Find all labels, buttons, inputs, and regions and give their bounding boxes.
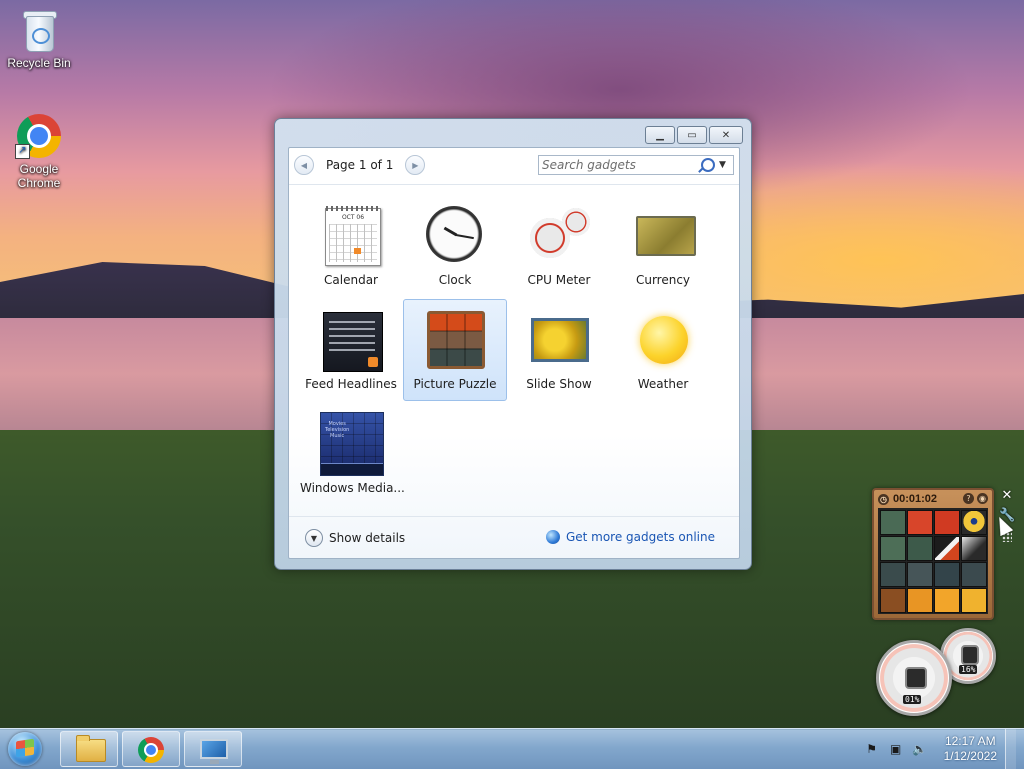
taskbar-item-google-chrome[interactable] bbox=[122, 731, 180, 767]
memory-chip-icon bbox=[961, 645, 979, 665]
recycle-bin-icon bbox=[15, 6, 63, 54]
calendar-month: OCT 06 bbox=[341, 214, 365, 221]
show-desktop-button[interactable] bbox=[1005, 729, 1016, 769]
gallery-toolbar: ◀ Page 1 of 1 ▶ ▼ bbox=[289, 148, 739, 185]
gadget-tile-slide-show[interactable]: Slide Show bbox=[507, 299, 611, 401]
help-icon[interactable]: ? bbox=[963, 493, 974, 504]
gadget-tile-feed-headlines[interactable]: Feed Headlines bbox=[299, 299, 403, 401]
page-indicator: Page 1 of 1 bbox=[326, 158, 394, 172]
feed-headlines-icon bbox=[320, 308, 384, 372]
tray-date: 1/12/2022 bbox=[943, 749, 997, 763]
timer-icon: ◷ bbox=[878, 493, 889, 505]
calendar-icon: OCT 06 bbox=[320, 204, 384, 268]
gadget-label: Currency bbox=[635, 273, 691, 287]
globe-icon bbox=[545, 530, 560, 544]
chrome-icon: ↗ bbox=[15, 112, 63, 160]
picture-puzzle-gadget[interactable]: ◷ 00:01:02 ? ◉ bbox=[872, 488, 994, 620]
tray-time: 12:17 AM bbox=[944, 734, 996, 748]
volume-icon[interactable]: 🔈 bbox=[912, 741, 928, 757]
close-button[interactable]: ✕ bbox=[709, 126, 743, 144]
show-details-label: Show details bbox=[329, 531, 406, 545]
show-details-button[interactable]: ▼ Show details bbox=[305, 529, 405, 547]
memory-reading: 16% bbox=[959, 665, 978, 674]
search-box: ▼ bbox=[538, 155, 734, 175]
desktop-icon-recycle-bin[interactable]: Recycle Bin bbox=[2, 6, 76, 70]
close-icon: ✕ bbox=[721, 129, 731, 141]
cpu-chip-icon bbox=[905, 667, 927, 689]
chevron-left-icon: ◀ bbox=[300, 160, 308, 170]
gallery-content: ◀ Page 1 of 1 ▶ ▼ OCT 06 Calendar bbox=[288, 147, 740, 559]
taskbar: ⚑ ▣ 🔈 12:17 AM 1/12/2022 bbox=[0, 728, 1024, 769]
rss-icon bbox=[368, 357, 378, 367]
minimize-icon: ▁ bbox=[656, 129, 664, 141]
search-dropdown-icon[interactable]: ▼ bbox=[719, 156, 726, 174]
gadget-label: Calendar bbox=[324, 273, 378, 287]
puzzle-board[interactable] bbox=[878, 508, 988, 614]
gadget-tile-weather[interactable]: Weather bbox=[611, 299, 715, 401]
cpu-reading: 01% bbox=[903, 695, 922, 704]
close-gadget-icon[interactable]: ✕ bbox=[999, 488, 1015, 504]
restore-icon: ▭ bbox=[687, 129, 697, 141]
cpu-meter-gadget[interactable]: 16% 01% bbox=[876, 628, 998, 716]
action-center-flag-icon[interactable]: ⚑ bbox=[864, 741, 880, 757]
cpu-gauge: 01% bbox=[876, 640, 952, 716]
clock-icon bbox=[424, 204, 488, 268]
wmc-menu: Movies Television Music bbox=[325, 421, 350, 439]
currency-icon bbox=[632, 204, 696, 268]
network-icon[interactable]: ▣ bbox=[888, 741, 904, 757]
taskbar-item-file-explorer[interactable] bbox=[60, 731, 118, 767]
puzzle-header: ◷ 00:01:02 bbox=[878, 492, 937, 506]
desktop-icon-label: Google Chrome bbox=[17, 162, 61, 190]
folder-icon bbox=[76, 735, 106, 762]
gadget-gallery-window: ▁ ▭ ✕ ◀ Page 1 of 1 ▶ ▼ OCT 06 Calendar bbox=[274, 118, 752, 570]
gadget-label: CPU Meter bbox=[527, 273, 591, 287]
desktop-icon-google-chrome[interactable]: ↗ Google Chrome bbox=[2, 112, 76, 190]
weather-icon bbox=[632, 308, 696, 372]
windows-media-center-icon: Movies Television Music bbox=[320, 412, 384, 476]
gallery-footer: ▼ Show details Get more gadgets online bbox=[289, 516, 739, 557]
chrome-icon bbox=[138, 737, 164, 763]
search-input[interactable] bbox=[542, 157, 692, 173]
get-more-gadgets-link[interactable]: Get more gadgets online bbox=[545, 530, 715, 544]
slide-show-icon bbox=[528, 308, 592, 372]
taskbar-item-remote-desktop[interactable] bbox=[184, 731, 242, 767]
tray-clock[interactable]: 12:17 AM 1/12/2022 bbox=[944, 734, 997, 764]
restore-button[interactable]: ▭ bbox=[677, 126, 707, 144]
gadget-tile-clock[interactable]: Clock bbox=[403, 195, 507, 297]
gadget-tile-cpu-meter[interactable]: CPU Meter bbox=[507, 195, 611, 297]
gadget-label: Clock bbox=[438, 273, 472, 287]
window-controls: ▁ ▭ ✕ bbox=[645, 126, 743, 144]
next-page-button[interactable]: ▶ bbox=[405, 155, 426, 175]
minimize-button[interactable]: ▁ bbox=[645, 126, 675, 144]
chevron-right-icon: ▶ bbox=[412, 160, 419, 170]
desktop-icon-label: Recycle Bin bbox=[7, 56, 71, 70]
gadget-tile-calendar[interactable]: OCT 06 Calendar bbox=[299, 195, 403, 297]
gadget-tile-windows-media-center[interactable]: Movies Television Music Windows Media... bbox=[299, 403, 405, 505]
system-tray: ⚑ ▣ 🔈 12:17 AM 1/12/2022 bbox=[864, 729, 1016, 769]
search-icon[interactable] bbox=[701, 158, 715, 172]
shortcut-arrow-icon: ↗ bbox=[15, 144, 30, 159]
gadget-label: Picture Puzzle bbox=[413, 377, 497, 391]
gadget-label: Weather bbox=[637, 377, 689, 391]
start-button[interactable] bbox=[4, 731, 48, 767]
puzzle-timer: 00:01:02 bbox=[893, 493, 938, 505]
chevron-down-icon: ▼ bbox=[305, 529, 323, 547]
gadget-tile-currency[interactable]: Currency bbox=[611, 195, 715, 297]
gadget-label: Windows Media... bbox=[300, 481, 405, 495]
cpu-meter-icon bbox=[528, 204, 592, 268]
windows-logo-icon bbox=[16, 738, 34, 758]
gadget-tile-picture-puzzle[interactable]: Picture Puzzle bbox=[403, 299, 507, 401]
gadget-label: Slide Show bbox=[526, 377, 592, 391]
gadget-label: Feed Headlines bbox=[305, 377, 397, 391]
get-more-gadgets-label: Get more gadgets online bbox=[565, 530, 715, 544]
previous-page-button[interactable]: ◀ bbox=[294, 155, 314, 175]
pager: ◀ Page 1 of 1 ▶ bbox=[294, 155, 426, 175]
puzzle-buttons: ? ◉ bbox=[963, 493, 988, 504]
pause-icon[interactable]: ◉ bbox=[977, 493, 988, 504]
monitor-icon bbox=[200, 739, 228, 764]
picture-puzzle-icon bbox=[424, 308, 488, 372]
